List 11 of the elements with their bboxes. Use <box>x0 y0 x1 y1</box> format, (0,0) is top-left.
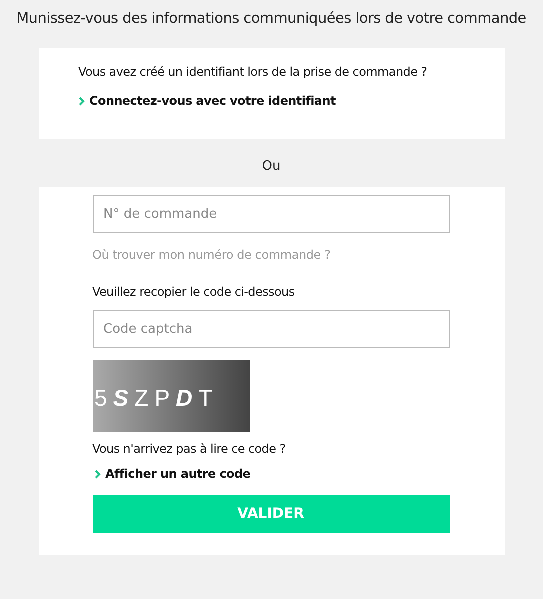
refresh-captcha-link[interactable]: Afficher un autre code <box>92 467 251 481</box>
captcha-question: Vous n'arrivez pas à lire ce code ? <box>92 442 287 456</box>
chevron-icon <box>94 470 100 478</box>
separator-text: Ou <box>262 159 281 174</box>
order-number-field[interactable]: N° de commande <box>92 195 450 233</box>
captcha-field[interactable]: Code captcha <box>92 310 450 348</box>
captcha-label: Veuillez recopier le code ci-dessous <box>92 285 296 299</box>
chevron-icon <box>78 96 84 106</box>
page-heading: Munissez-vous des informations communiquées lors de votre commande <box>16 11 526 27</box>
question-text: Vous avez créé un identifiant lors de la prise de commande ? <box>78 65 428 79</box>
login-link[interactable]: Connectez-vous avec votre identifiant <box>78 94 336 108</box>
